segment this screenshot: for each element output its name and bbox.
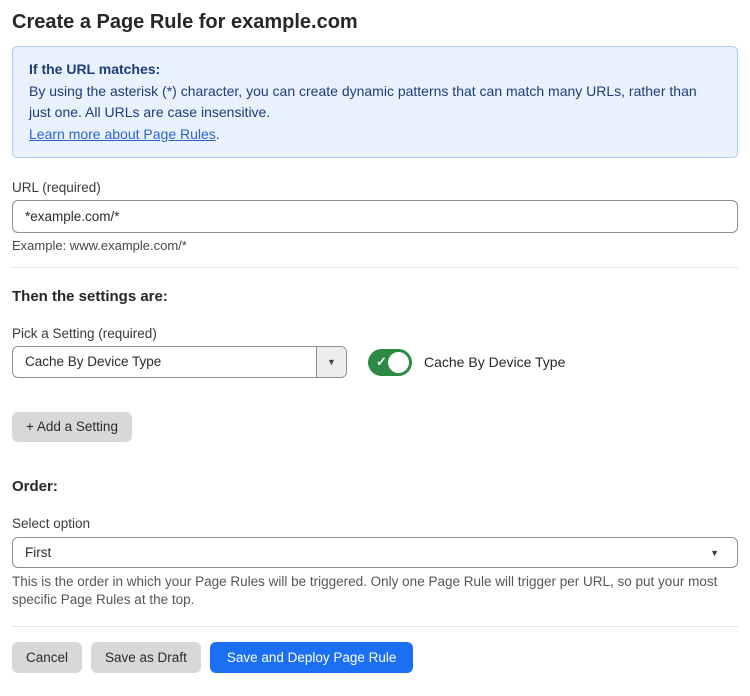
info-box-heading: If the URL matches: [29,59,721,81]
save-as-draft-button[interactable]: Save as Draft [91,642,201,673]
toggle-knob [388,352,409,373]
section-divider [12,267,738,268]
page-rule-form: Create a Page Rule for example.com If th… [0,8,750,673]
order-section-heading: Order: [12,478,738,495]
add-setting-button[interactable]: + Add a Setting [12,412,132,442]
url-match-info-box: If the URL matches: By using the asteris… [12,46,738,158]
page-title: Create a Page Rule for example.com [12,8,738,36]
url-field-label: URL (required) [12,180,738,195]
setting-dropdown-value: Cache By Device Type [13,347,316,377]
cancel-button[interactable]: Cancel [12,642,82,673]
url-input[interactable] [12,200,738,233]
chevron-down-icon: ▼ [710,548,719,558]
select-option-label: Select option [12,516,738,531]
check-icon: ✓ [376,355,387,368]
settings-section-heading: Then the settings are: [12,288,738,305]
save-and-deploy-button[interactable]: Save and Deploy Page Rule [210,642,414,673]
link-suffix: . [216,126,220,142]
cache-device-toggle[interactable]: ✓ [368,349,412,376]
learn-more-link[interactable]: Learn more about Page Rules [29,126,216,142]
footer-actions: Cancel Save as Draft Save and Deploy Pag… [12,642,738,673]
info-box-link-line: Learn more about Page Rules. [29,124,721,146]
footer-divider [12,626,738,627]
chevron-down-icon: ▼ [327,357,336,367]
setting-dropdown[interactable]: Cache By Device Type ▼ [12,346,347,378]
pick-setting-label: Pick a Setting (required) [12,326,738,341]
info-box-body: By using the asterisk (*) character, you… [29,81,721,124]
order-select[interactable]: First ▼ [12,537,738,568]
url-example-helper: Example: www.example.com/* [12,238,738,253]
order-select-value: First [13,538,737,567]
order-helper-text: This is the order in which your Page Rul… [12,573,738,609]
setting-row: Cache By Device Type ▼ ✓ Cache By Device… [12,346,738,378]
toggle-label: Cache By Device Type [424,354,565,370]
setting-dropdown-arrow-button[interactable]: ▼ [316,347,346,377]
